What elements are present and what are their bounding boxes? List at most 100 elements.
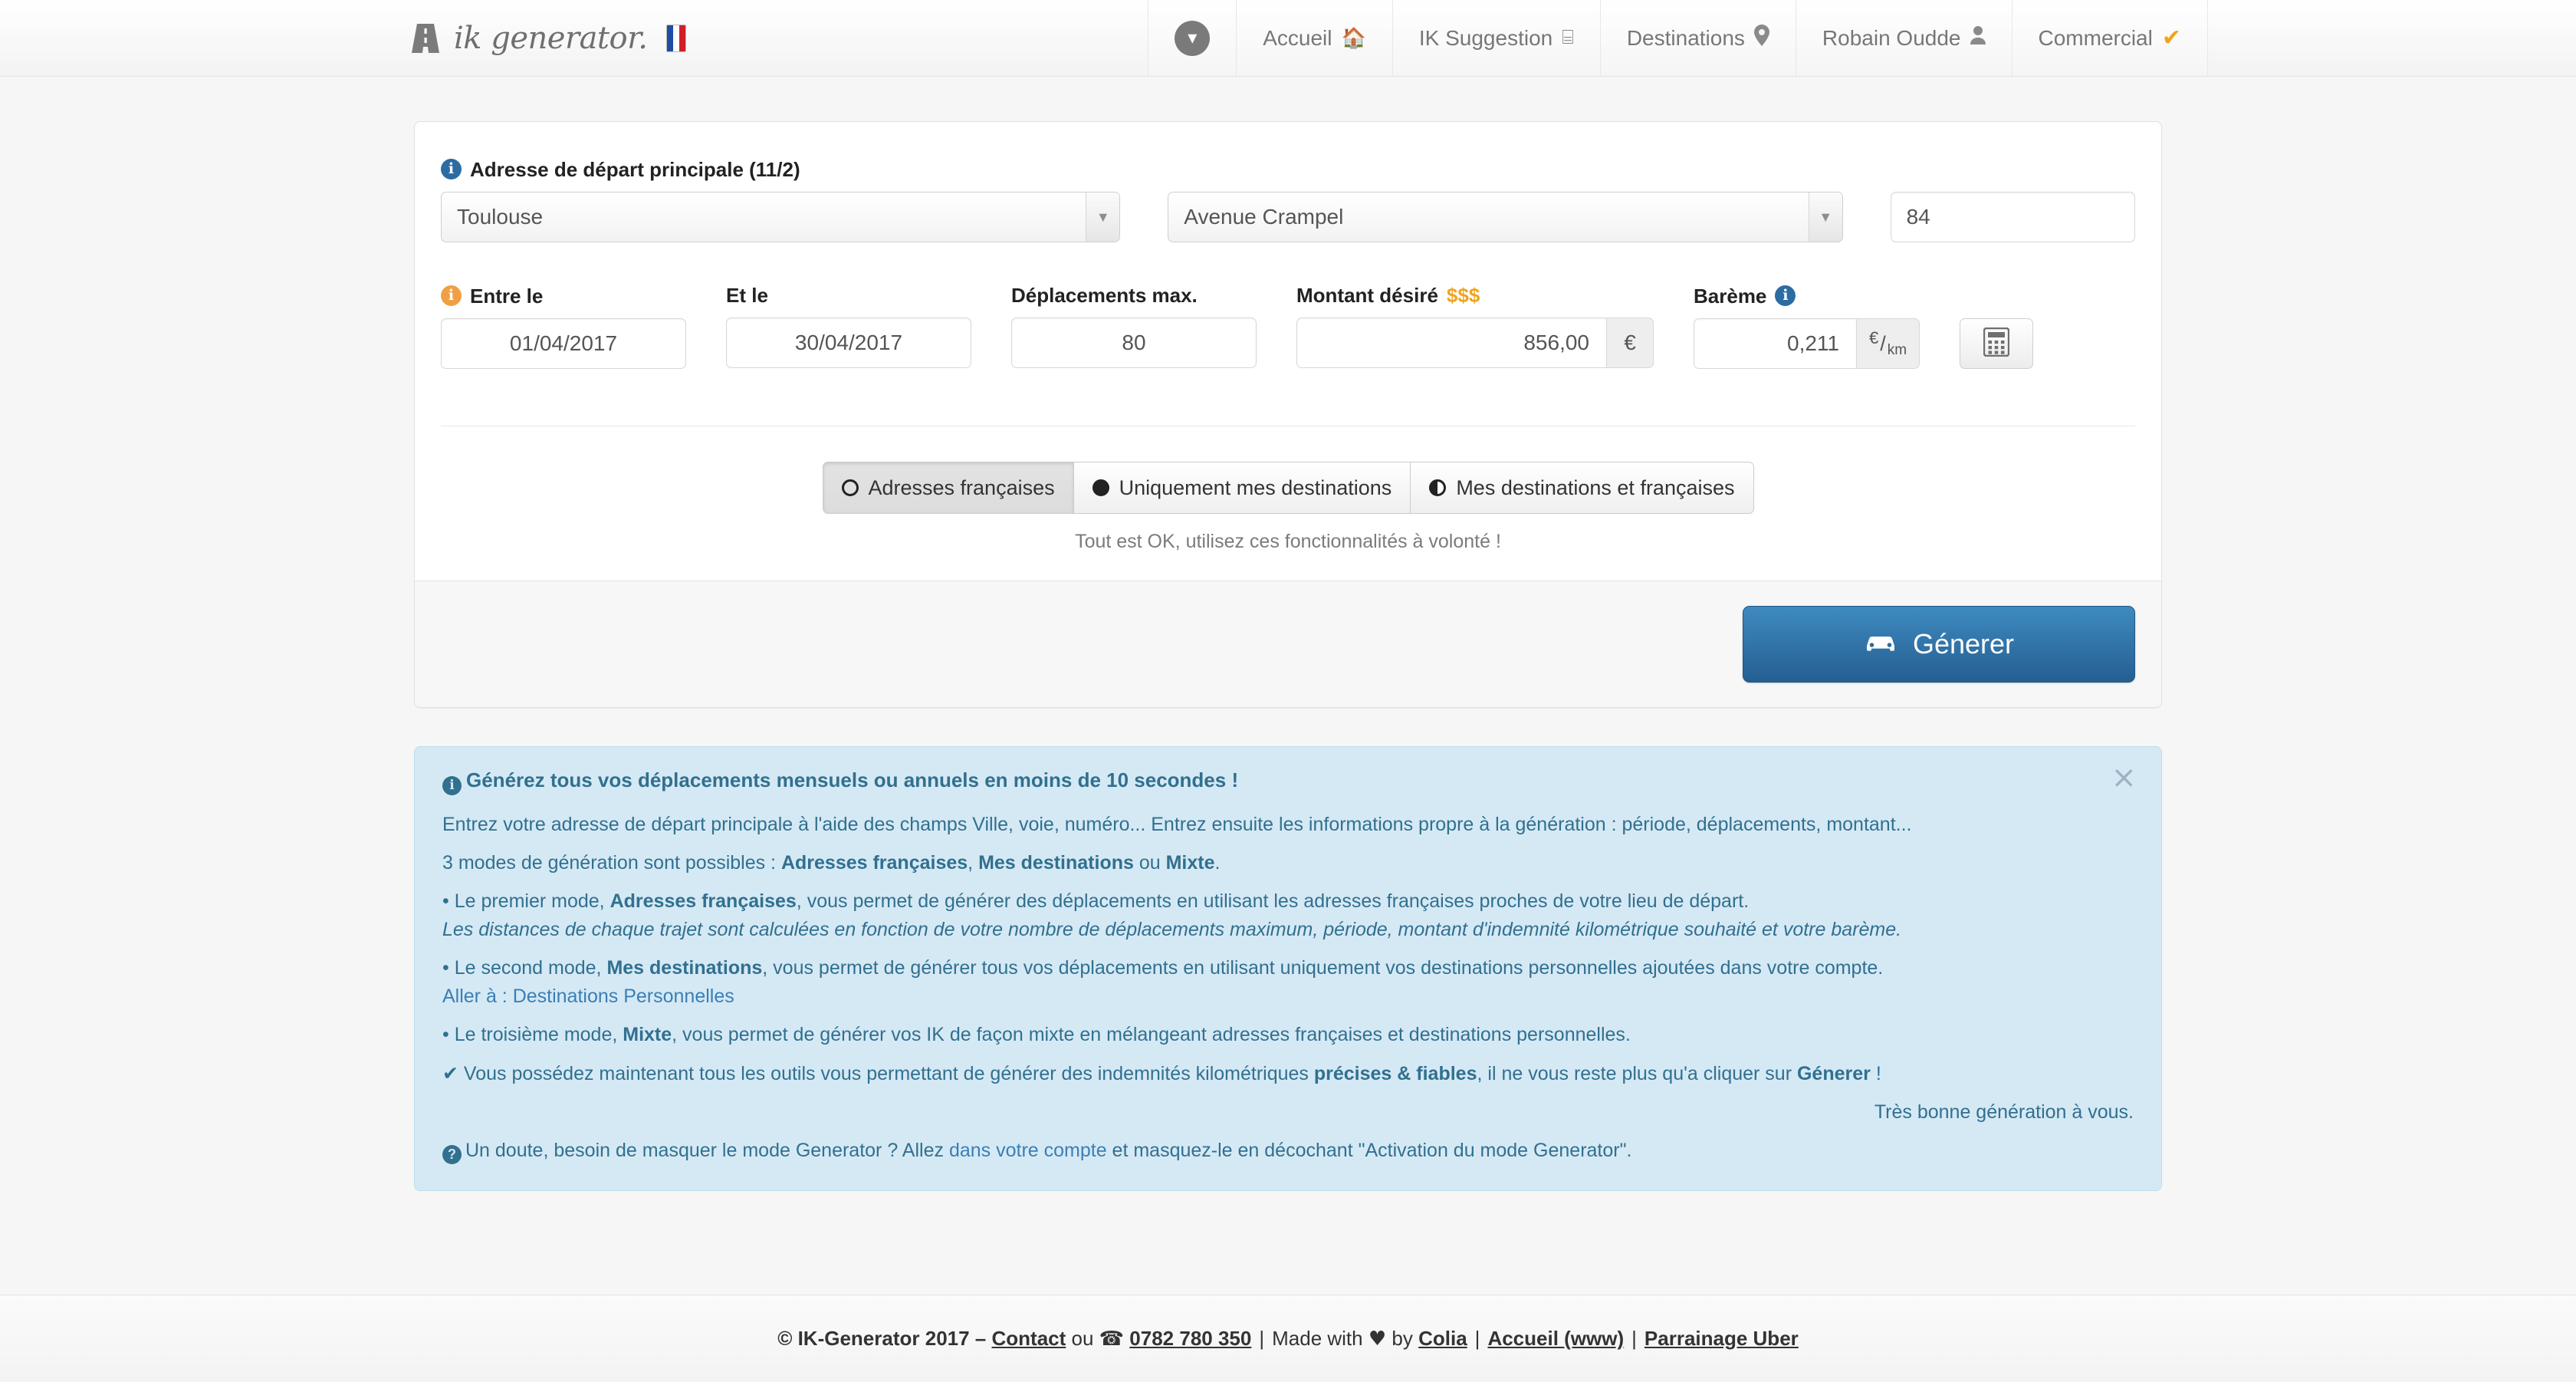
date-to-label: Et le — [726, 285, 971, 305]
nav-item-ik-suggestion[interactable]: IK Suggestion ⌸ — [1392, 0, 1600, 76]
trips-max-label-text: Déplacements max. — [1011, 284, 1198, 307]
nav-item-label: Commercial — [2038, 25, 2153, 50]
circle-half-icon — [1429, 479, 1447, 496]
account-link[interactable]: dans votre compte — [949, 1140, 1107, 1161]
calculator-button[interactable] — [1960, 318, 2034, 369]
alert-intro: Entrez votre adresse de départ principal… — [442, 814, 1912, 835]
mode-button-mixte[interactable]: Mes destinations et françaises — [1411, 462, 1754, 514]
footer-separator: | — [1631, 1327, 1637, 1350]
map-pin-icon — [1753, 25, 1769, 51]
mode3-post: , vous permet de générer vos IK de façon… — [672, 1024, 1631, 1045]
footer-separator: | — [1259, 1327, 1265, 1350]
nav-item-commercial[interactable]: Commercial ✔ — [2011, 0, 2208, 76]
mode2-prefix: • Le second mode, — [442, 957, 607, 979]
scale-value: 0,211 — [1787, 331, 1839, 355]
amount-input[interactable]: 856,00 — [1296, 318, 1606, 368]
close-icon[interactable]: × — [2111, 762, 2137, 793]
user-icon — [1970, 26, 1986, 50]
modes-sep-2: ou — [1133, 852, 1166, 874]
generator-form-body: i Adresse de départ principale (11/2) To… — [415, 122, 2161, 386]
chevron-down-icon[interactable]: ▼ — [1086, 192, 1120, 242]
scale-label-text: Barème — [1694, 284, 1767, 308]
trips-max-input[interactable]: 80 — [1011, 318, 1257, 368]
alert-modes-line: 3 modes de génération sont possibles : A… — [442, 854, 2134, 873]
alert-mode1-italic: Les distances de chaque trajet sont calc… — [442, 919, 1902, 940]
mode-name-3: Mixte — [1165, 852, 1215, 874]
ok-bold-1: précises & fiables — [1313, 1063, 1477, 1084]
mode-label: Uniquement mes destinations — [1119, 475, 1392, 499]
nav-dropdown-toggle[interactable]: ▾ — [1148, 0, 1237, 76]
street-number-input[interactable]: 84 — [1890, 192, 2136, 242]
footer-home-link[interactable]: Accueil (www) — [1487, 1327, 1624, 1351]
euro-per-km-addon: € / km — [1856, 318, 1921, 369]
content-container: i Adresse de départ principale (11/2) To… — [414, 77, 2162, 1191]
footer-by: by — [1392, 1327, 1413, 1350]
status-message: Tout est OK, utilisez ces fonctionnalité… — [1075, 531, 1501, 552]
info-icon: i — [442, 776, 462, 795]
destinations-personnelles-link[interactable]: Aller à : Destinations Personnelles — [442, 985, 734, 1007]
alert-help-line: ? Un doute, besoin de masquer le mode Gen… — [442, 1141, 2134, 1164]
slash-symbol: / — [1880, 331, 1886, 355]
phone-icon: ☎ — [1099, 1327, 1125, 1351]
nav-item-label: Destinations — [1626, 25, 1745, 50]
info-icon[interactable]: i — [441, 285, 462, 306]
trips-max-label: Déplacements max. — [1011, 285, 1257, 305]
nav-item-accueil[interactable]: Accueil 🏠 — [1236, 0, 1392, 76]
nav-item-user-profile[interactable]: Robain Oudde — [1795, 0, 2012, 76]
parameters-row: i Entre le 01/04/2017 Et le 30/04/2017 D… — [441, 285, 2135, 369]
mode-toggle-wrap: Adresses françaises Uniquement mes desti… — [415, 462, 2161, 514]
km-symbol: km — [1887, 341, 1907, 358]
date-to-input[interactable]: 30/04/2017 — [726, 318, 971, 368]
euro-per-km-fraction: € / km — [1869, 330, 1907, 358]
alert-ok-line: ✔ Vous possédez maintenant tous les outi… — [442, 1064, 2134, 1084]
form-panel-footer: Génerer — [415, 581, 2161, 707]
heart-icon: ♥ — [1368, 1327, 1387, 1351]
footer-author-link[interactable]: Colia — [1418, 1327, 1467, 1351]
home-icon: 🏠 — [1341, 26, 1366, 50]
alert-destinations-link-line: Aller à : Destinations Personnelles — [442, 987, 2134, 1006]
mode-button-adresses-francaises[interactable]: Adresses françaises — [822, 462, 1074, 514]
date-from-group: i Entre le 01/04/2017 — [441, 285, 686, 369]
scale-input[interactable]: 0,211 — [1694, 318, 1856, 369]
brand-logo[interactable]: ik generator. — [0, 0, 709, 76]
nav-item-destinations[interactable]: Destinations — [1599, 0, 1796, 76]
amount-value: 856,00 — [1523, 331, 1589, 354]
euro-symbol: € — [1869, 328, 1879, 347]
generate-button[interactable]: Génerer — [1743, 606, 2135, 683]
mode3-name: Mixte — [623, 1024, 672, 1045]
site-footer: © IK-Generator 2017 – Contact ou ☎ 0782 … — [0, 1295, 2576, 1382]
street-select[interactable]: Avenue Crampel ▼ — [1168, 192, 1843, 242]
info-icon[interactable]: i — [1775, 285, 1796, 306]
date-from-label-text: Entre le — [470, 284, 544, 308]
page-content: i Adresse de départ principale (11/2) To… — [0, 77, 2576, 1191]
info-icon[interactable]: i — [441, 159, 462, 179]
ok-middle: , il ne vous reste plus qu'a cliquer sur — [1477, 1063, 1797, 1084]
modes-sep-1: , — [968, 852, 979, 874]
help-prefix: Un doute, besoin de masquer le mode Gene… — [465, 1140, 949, 1161]
address-row: Toulouse ▼ Avenue Crampel ▼ 84 — [441, 192, 2136, 242]
car-icon — [1864, 628, 1898, 660]
street-number-value: 84 — [1906, 205, 1930, 229]
generator-form-panel: i Adresse de départ principale (11/2) To… — [414, 121, 2162, 708]
alert-mode1-line: • Le premier mode, Adresses françaises, … — [442, 892, 2134, 911]
footer-phone-link[interactable]: 0782 780 350 — [1129, 1327, 1251, 1351]
date-from-input[interactable]: 01/04/2017 — [441, 318, 686, 369]
footer-contact-link[interactable]: Contact — [992, 1327, 1066, 1351]
scale-input-group: 0,211 € / km — [1694, 318, 1921, 369]
amount-label: Montant désiré $$$ — [1296, 285, 1654, 305]
modes-suffix: . — [1214, 852, 1221, 874]
date-to-value: 30/04/2017 — [794, 331, 903, 354]
mode-button-mes-destinations[interactable]: Uniquement mes destinations — [1073, 462, 1411, 514]
euro-addon: € — [1606, 318, 1654, 368]
french-flag-icon[interactable] — [665, 24, 686, 52]
trips-max-value: 80 — [1122, 331, 1146, 354]
chevron-down-icon[interactable]: ▼ — [1808, 192, 1842, 242]
info-alert: × i Générez tous vos déplacements mensuel… — [414, 746, 2162, 1191]
alert-closing: Très bonne génération à vous. — [1874, 1101, 2134, 1123]
footer-uber-link[interactable]: Parrainage Uber — [1644, 1327, 1799, 1351]
mode2-name: Mes destinations — [606, 957, 763, 979]
city-select[interactable]: Toulouse ▼ — [441, 192, 1121, 242]
nav-item-label: IK Suggestion — [1418, 25, 1553, 50]
